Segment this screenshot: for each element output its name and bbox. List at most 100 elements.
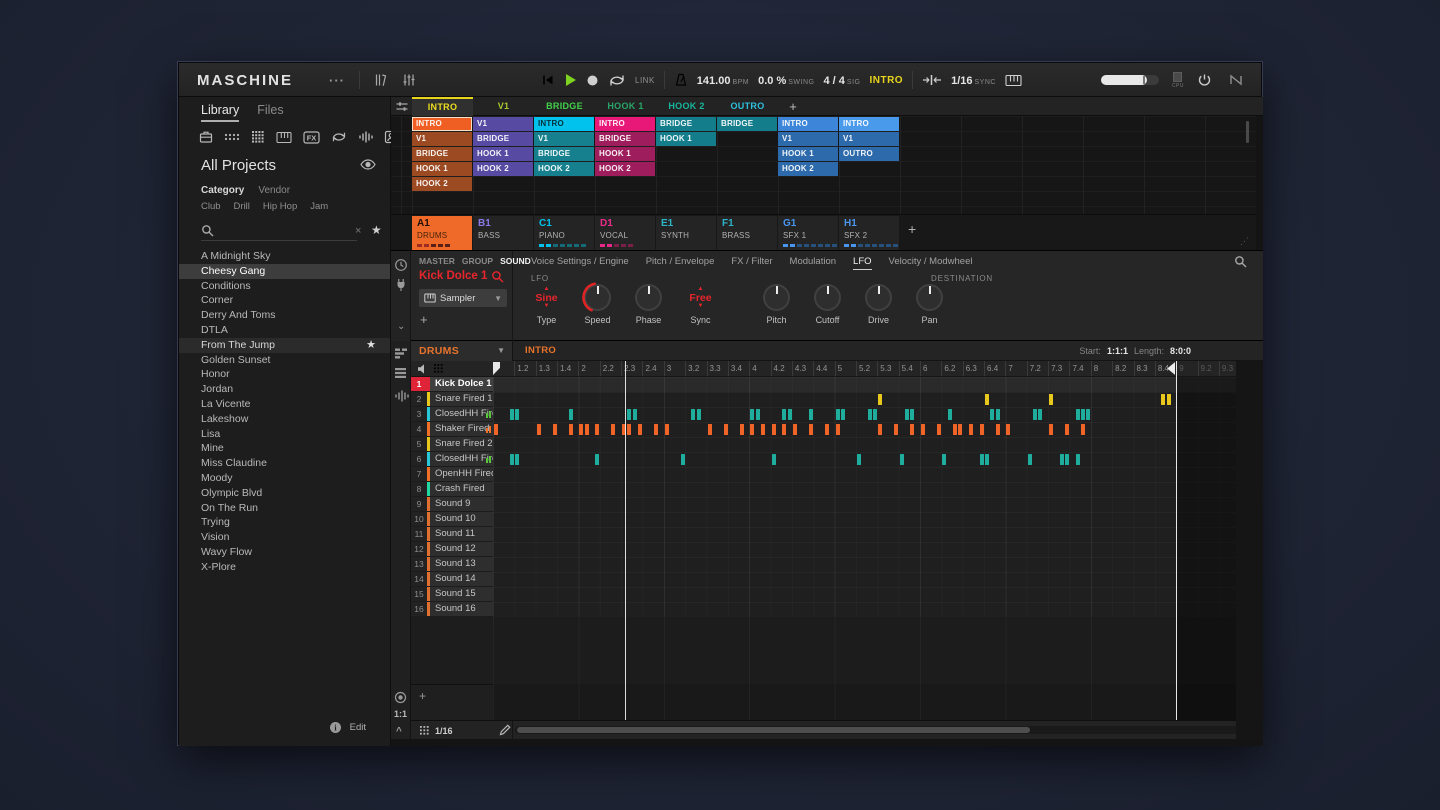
pattern-cell[interactable]: HOOK 1 [412,162,472,176]
track-name[interactable]: Sound 16 [430,602,493,616]
pattern-cell[interactable]: INTRO [778,117,838,131]
timeline-ruler[interactable]: 1.21.31.422.22.32.433.23.33.444.24.34.45… [493,361,1236,377]
pattern-cell[interactable]: BRIDGE [473,132,533,146]
pattern-cell[interactable]: HOOK 2 [473,162,533,176]
pan-knob[interactable]: Pan [904,284,955,325]
drive-knob[interactable]: Drive [853,284,904,325]
note-grid[interactable] [493,377,1236,617]
scene-tab-v1[interactable]: V1 [473,97,534,116]
case-icon[interactable] [199,130,213,144]
note-event[interactable] [942,454,946,465]
note-event[interactable] [841,409,845,420]
note-event[interactable] [510,409,514,420]
list-item[interactable]: Wavy Flow [179,545,390,560]
start-value[interactable]: 1:1:1 [1107,346,1128,356]
plugin-tab-lfo[interactable]: LFO [853,256,871,270]
note-event[interactable] [724,424,728,435]
plugin-tab-fx-filter[interactable]: FX / Filter [731,256,772,270]
note-event[interactable] [996,424,1000,435]
track-name[interactable]: Sound 12 [430,542,493,556]
list-item[interactable]: Moody [179,471,390,486]
track-row[interactable]: 5Snare Fired 2 [411,437,493,452]
control-lane[interactable] [493,684,1236,720]
plugin-selector[interactable]: Sampler ▼ [419,289,507,307]
scene-tab-hook1[interactable]: HOOK 1 [595,97,656,116]
add-plugin-button[interactable]: + [420,312,428,327]
mute-icon[interactable] [417,363,429,375]
cutoff-knob[interactable]: Cutoff [802,284,853,325]
note-event[interactable] [515,454,519,465]
note-event[interactable] [665,424,669,435]
filter-tag[interactable]: Drill [234,201,250,212]
track-row[interactable]: 15Sound 15 [411,587,493,602]
note-event[interactable] [708,424,712,435]
eye-icon[interactable] [360,159,376,170]
track-row[interactable]: 1Kick Dolce 1 [411,377,493,392]
scene-tab-hook2[interactable]: HOOK 2 [656,97,717,116]
note-event[interactable] [1065,424,1069,435]
note-event[interactable] [857,454,861,465]
list-view-icon[interactable] [394,367,407,379]
track-name[interactable]: Snare Fired 2 [430,437,493,451]
track-row[interactable]: 6ClosedHH Fired 2 [411,452,493,467]
note-event[interactable] [873,409,877,420]
note-event[interactable] [948,409,952,420]
pattern-cell[interactable]: V1 [473,117,533,131]
list-item[interactable]: DTLA [179,323,390,338]
track-row[interactable]: 16Sound 16 [411,602,493,617]
follow-icon[interactable] [922,74,942,86]
note-event[interactable] [595,454,599,465]
pattern-cell[interactable]: V1 [839,132,899,146]
group-cell-d1[interactable]: D1VOCAL [595,216,655,250]
filter-tag[interactable]: Club [201,201,221,212]
tab-library[interactable]: Library [201,103,239,122]
sampling-icon[interactable] [394,691,407,704]
pattern-cell[interactable]: INTRO [595,117,655,131]
group-cell-h1[interactable]: H1SFX 2 [839,216,899,250]
pattern-cell[interactable]: BRIDGE [595,132,655,146]
list-item[interactable]: Miss Claudine [179,456,390,471]
note-event[interactable] [836,424,840,435]
pattern-cell[interactable]: BRIDGE [656,117,716,131]
scene-tab-intro[interactable]: INTRO [412,97,473,116]
track-name[interactable]: ClosedHH Fired 2 [430,452,493,466]
track-row[interactable]: 10Sound 10 [411,512,493,527]
note-event[interactable] [579,424,583,435]
note-event[interactable] [1065,454,1069,465]
track-row[interactable]: 12Sound 12 [411,542,493,557]
note-event[interactable] [1081,409,1085,420]
list-item[interactable]: Cheesy Gang [179,264,390,279]
grid-icon[interactable] [251,130,265,144]
tab-files[interactable]: Files [257,103,283,122]
note-event[interactable] [809,424,813,435]
list-item[interactable]: Honor [179,367,390,382]
group-cell-a1[interactable]: A1DRUMS [412,216,472,250]
note-event[interactable] [1076,454,1080,465]
track-name[interactable]: ClosedHH Fired 1 [430,407,493,421]
plugin-tab-voice-settings-engine[interactable]: Voice Settings / Engine [531,256,629,270]
note-event[interactable] [1086,409,1090,420]
note-event[interactable] [772,454,776,465]
step-grid-icon[interactable] [419,725,430,736]
audio-view-icon[interactable] [394,389,409,403]
pattern-cell[interactable]: OUTRO [839,147,899,161]
note-event[interactable] [691,409,695,420]
sound-search-icon[interactable] [491,270,504,283]
note-event[interactable] [611,424,615,435]
note-event[interactable] [1161,394,1165,405]
scene-tab-outro[interactable]: OUTRO [717,97,778,116]
note-event[interactable] [990,409,994,420]
track-name[interactable]: Kick Dolce 1 [430,377,493,391]
mixer-panel-icon[interactable] [402,73,416,87]
arranger-view-icon[interactable] [394,347,408,360]
pattern-cell[interactable]: INTRO [839,117,899,131]
type-selector[interactable]: ▲Sine▼Type [521,284,572,325]
track-name[interactable]: Snare Fired 1 [430,392,493,406]
track-row[interactable]: 11Sound 11 [411,527,493,542]
list-item[interactable]: X-Plore [179,560,390,575]
current-section-label[interactable]: INTRO [869,75,903,86]
list-item[interactable]: Jordan [179,382,390,397]
list-item[interactable]: Vision [179,530,390,545]
note-event[interactable] [894,424,898,435]
edit-button[interactable]: Edit [350,722,366,733]
